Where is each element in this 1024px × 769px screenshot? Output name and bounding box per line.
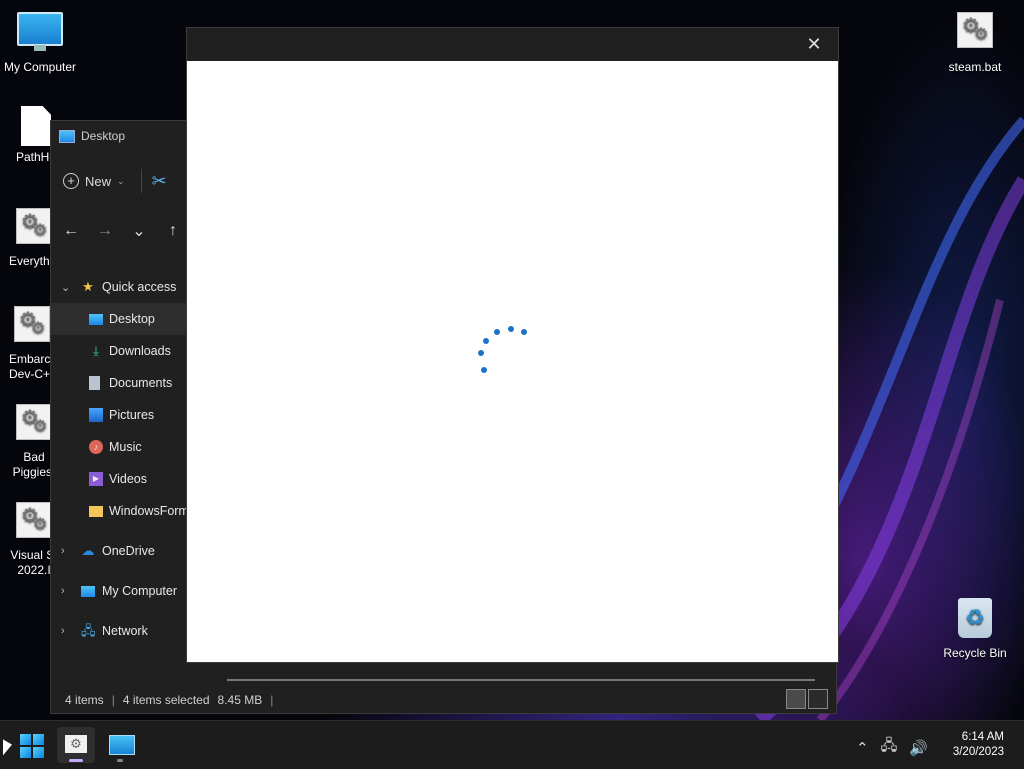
tree-item-downloads[interactable]: ⤓ Downloads [51,335,187,367]
desktop-icon-my-computer[interactable]: My Computer [0,12,80,75]
computer-icon [17,12,63,51]
chevron-right-icon[interactable]: › [61,545,65,557]
file-icon [21,106,51,146]
recent-locations-button[interactable]: ⌄ [129,221,149,241]
document-icon [89,376,100,390]
chevron-right-icon[interactable]: › [61,585,65,597]
item-count: 4 items [65,693,104,707]
tree-item-network[interactable]: › 🖧 Network [51,615,187,647]
new-button[interactable]: + New ⌄ [63,173,125,189]
large-icons-view-button[interactable] [808,689,828,709]
clock-time: 6:14 AM [961,731,1004,743]
tree-item-videos[interactable]: ▶ Videos [51,463,187,495]
tree-item-documents[interactable]: Documents [51,367,187,399]
chevron-right-icon[interactable]: › [61,625,65,637]
up-button[interactable]: ↑ [163,222,183,240]
gear-file-icon: ⚙ ⚙ [16,502,52,538]
explorer-title: Desktop [59,129,125,143]
chevron-down-icon[interactable]: ⌄ [61,281,70,294]
network-icon[interactable]: 🖧 [881,735,898,760]
selection-count: 4 items selected [122,693,210,707]
horizontal-scrollbar[interactable] [227,679,815,681]
view-toggle [786,689,828,709]
tree-item-pictures[interactable]: Pictures [51,399,187,431]
file-explorer-icon [109,735,135,755]
taskbar: ⚙ ⌃ 🖧 🔊 6:14 AM 3/20/2023 [0,720,1024,769]
pictures-icon [89,408,103,422]
spinner-dot [478,350,484,356]
plus-circle-icon: + [63,173,79,189]
network-icon: 🖧 [81,623,96,638]
taskbar-app-settings-dialog[interactable]: ⚙ [57,727,95,763]
tree-item-windowsform[interactable]: WindowsForm [51,495,189,527]
loading-spinner [478,326,531,376]
status-bar: 4 items | 4 items selected 8.45 MB | [65,693,274,707]
spinner-dot [494,329,500,335]
clock[interactable]: 6:14 AM 3/20/2023 [953,730,1004,760]
tree-item-music[interactable]: ♪ Music [51,431,187,463]
recycle-bin-icon: ♻ [958,598,992,638]
chevron-down-icon: ⌄ [117,175,125,186]
windows-logo-icon [20,734,31,745]
star-icon: ★ [82,279,94,294]
cut-button[interactable]: ✂ [152,171,167,192]
tree-item-onedrive[interactable]: › ☁ OneDrive [51,535,187,567]
tree-item-my-computer[interactable]: › My Computer [51,575,187,607]
spinner-dot [508,326,514,332]
gear-file-icon: ⚙ ⚙ [16,208,52,244]
download-icon: ⤓ [93,343,99,358]
gear-file-icon: ⚙ ⚙ [14,306,50,342]
computer-icon [81,585,95,597]
forward-button[interactable]: → [95,222,115,240]
navigation-pane: ⌄ ★ Quick access Desktop ⤓ Downloads Doc… [51,271,189,647]
folder-icon [89,505,103,517]
desktop-icon-recycle-bin[interactable]: ♻ Recycle Bin [935,598,1015,661]
spinner-dot [483,338,489,344]
desktop-folder-icon [59,129,75,143]
running-indicator [117,759,123,762]
cloud-icon: ☁ [81,543,95,558]
gear-file-icon: ⚙ ⚙ [16,404,52,440]
gear-file-icon: ⚙ ⚙ [957,12,993,48]
music-icon: ♪ [89,440,103,454]
tree-item-desktop[interactable]: Desktop [51,303,187,335]
close-button[interactable]: ✕ [804,34,824,54]
navigation-bar: ← → ⌄ ↑ [61,221,183,241]
details-view-button[interactable] [786,689,806,709]
toolbar-divider [140,169,142,193]
volume-icon[interactable]: 🔊 [909,739,928,757]
show-hidden-icons-button[interactable]: ⌃ [856,739,869,757]
tree-item-quick-access[interactable]: ⌄ ★ Quick access [51,271,187,303]
back-button[interactable]: ← [61,222,81,240]
desktop-folder-icon [89,313,103,325]
video-icon: ▶ [89,472,103,486]
taskbar-app-file-explorer[interactable] [101,727,139,763]
spinner-dot [521,329,527,335]
desktop-icon-steam-bat[interactable]: ⚙ ⚙ steam.bat [935,12,1015,75]
selection-size: 8.45 MB [217,693,263,707]
dialog-title-bar[interactable]: ✕ [187,28,838,61]
start-button[interactable] [20,734,44,758]
active-indicator [69,759,83,762]
clock-date: 3/20/2023 [952,746,1004,758]
loading-dialog: ✕ [186,27,839,663]
spinner-dot [481,367,487,373]
system-tray: ⌃ 🖧 🔊 [856,735,928,760]
gear-icon: ⚙ [65,735,87,753]
explorer-toolbar: + New ⌄ ✂ [63,169,167,193]
